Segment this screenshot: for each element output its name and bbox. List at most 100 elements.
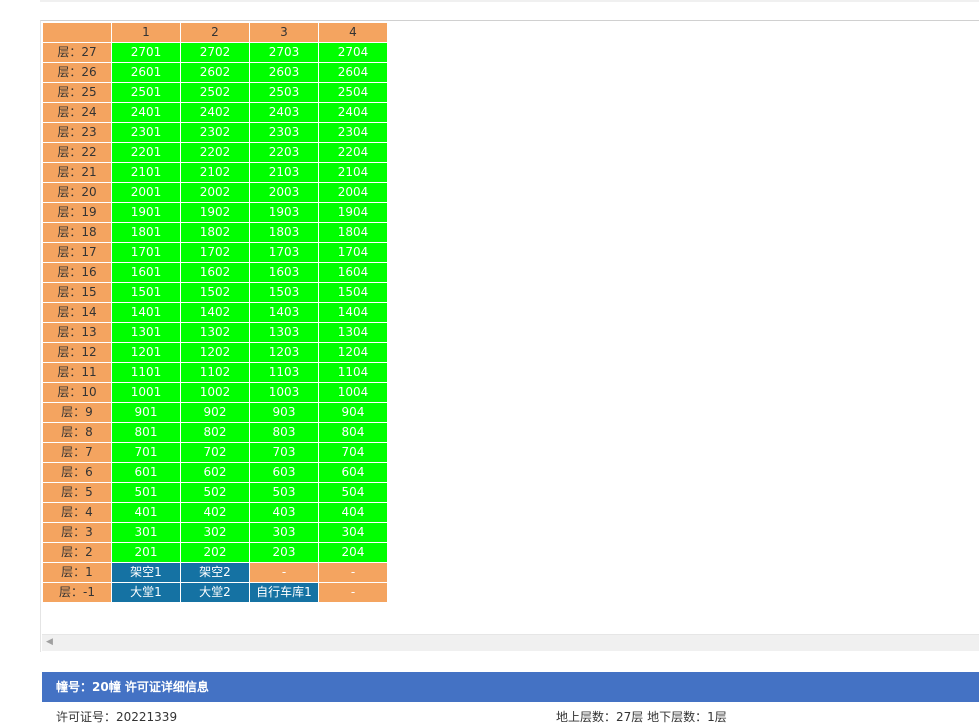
unit-cell[interactable]: 203 <box>249 542 319 563</box>
unit-cell[interactable]: 1903 <box>249 202 319 223</box>
unit-cell[interactable]: 1303 <box>249 322 319 343</box>
unit-cell[interactable]: 2302 <box>180 122 250 143</box>
unit-cell[interactable]: 1603 <box>249 262 319 283</box>
unit-cell[interactable]: 903 <box>249 402 319 423</box>
unit-cell[interactable]: 2603 <box>249 62 319 83</box>
unit-cell[interactable]: 2101 <box>111 162 181 183</box>
unit-cell[interactable]: 1901 <box>111 202 181 223</box>
unit-cell[interactable]: 1202 <box>180 342 250 363</box>
unit-cell[interactable]: 大堂1 <box>111 582 181 603</box>
scroll-left-arrow-icon[interactable]: ◀ <box>46 637 53 647</box>
unit-cell[interactable]: 2602 <box>180 62 250 83</box>
unit-cell[interactable]: 1701 <box>111 242 181 263</box>
unit-cell[interactable]: 701 <box>111 442 181 463</box>
unit-cell[interactable]: 1404 <box>318 302 388 323</box>
horizontal-scrollbar[interactable]: ◀ <box>42 634 979 651</box>
unit-cell[interactable]: 1702 <box>180 242 250 263</box>
unit-cell[interactable]: 1703 <box>249 242 319 263</box>
unit-cell[interactable]: 1604 <box>318 262 388 283</box>
unit-cell[interactable]: 2604 <box>318 62 388 83</box>
unit-cell[interactable]: 1602 <box>180 262 250 283</box>
unit-cell[interactable]: 1104 <box>318 362 388 383</box>
unit-cell[interactable]: 2401 <box>111 102 181 123</box>
unit-cell[interactable]: 1804 <box>318 222 388 243</box>
unit-cell[interactable]: 1503 <box>249 282 319 303</box>
unit-cell[interactable]: 2202 <box>180 142 250 163</box>
unit-cell[interactable]: 303 <box>249 522 319 543</box>
unit-cell[interactable]: 401 <box>111 502 181 523</box>
unit-cell[interactable]: 2004 <box>318 182 388 203</box>
unit-cell[interactable]: 403 <box>249 502 319 523</box>
unit-cell[interactable]: 大堂2 <box>180 582 250 603</box>
unit-cell[interactable]: 1304 <box>318 322 388 343</box>
unit-cell[interactable]: 2003 <box>249 182 319 203</box>
unit-cell[interactable]: 1001 <box>111 382 181 403</box>
unit-cell[interactable]: 1003 <box>249 382 319 403</box>
unit-cell[interactable]: 601 <box>111 462 181 483</box>
unit-cell[interactable]: 704 <box>318 442 388 463</box>
unit-cell[interactable]: 501 <box>111 482 181 503</box>
unit-cell[interactable]: 803 <box>249 422 319 443</box>
unit-cell[interactable]: 304 <box>318 522 388 543</box>
unit-cell[interactable]: 2502 <box>180 82 250 103</box>
unit-cell[interactable]: 904 <box>318 402 388 423</box>
unit-cell[interactable]: 504 <box>318 482 388 503</box>
unit-cell[interactable]: 2504 <box>318 82 388 103</box>
unit-cell[interactable]: 402 <box>180 502 250 523</box>
unit-cell[interactable]: 802 <box>180 422 250 443</box>
unit-cell[interactable]: 2301 <box>111 122 181 143</box>
unit-cell[interactable]: 1201 <box>111 342 181 363</box>
unit-cell[interactable]: 1402 <box>180 302 250 323</box>
unit-cell[interactable]: 1403 <box>249 302 319 323</box>
unit-cell[interactable]: 1704 <box>318 242 388 263</box>
unit-cell[interactable]: 2103 <box>249 162 319 183</box>
unit-cell[interactable]: 1102 <box>180 362 250 383</box>
unit-cell[interactable]: 1502 <box>180 282 250 303</box>
unit-cell[interactable]: 1301 <box>111 322 181 343</box>
unit-cell[interactable]: 1204 <box>318 342 388 363</box>
unit-cell[interactable]: 1504 <box>318 282 388 303</box>
unit-cell[interactable]: 2201 <box>111 142 181 163</box>
unit-cell[interactable]: 1801 <box>111 222 181 243</box>
unit-cell[interactable]: 404 <box>318 502 388 523</box>
unit-cell[interactable]: 架空2 <box>180 562 250 583</box>
unit-cell[interactable]: 2304 <box>318 122 388 143</box>
unit-cell[interactable]: 301 <box>111 522 181 543</box>
unit-cell[interactable]: 2403 <box>249 102 319 123</box>
unit-cell[interactable]: 302 <box>180 522 250 543</box>
unit-cell[interactable]: 1203 <box>249 342 319 363</box>
unit-cell[interactable]: 2001 <box>111 182 181 203</box>
unit-cell[interactable]: 2703 <box>249 42 319 63</box>
unit-cell[interactable]: 602 <box>180 462 250 483</box>
unit-cell[interactable]: 2102 <box>180 162 250 183</box>
unit-cell[interactable]: 2404 <box>318 102 388 123</box>
unit-cell[interactable]: 2702 <box>180 42 250 63</box>
unit-cell[interactable]: 502 <box>180 482 250 503</box>
unit-cell[interactable]: 901 <box>111 402 181 423</box>
unit-cell[interactable]: 自行车库1 <box>249 582 319 603</box>
unit-cell[interactable]: 1103 <box>249 362 319 383</box>
unit-cell[interactable]: 2704 <box>318 42 388 63</box>
unit-cell[interactable]: 702 <box>180 442 250 463</box>
unit-cell[interactable]: 2503 <box>249 82 319 103</box>
unit-cell[interactable]: 604 <box>318 462 388 483</box>
unit-cell[interactable]: 1401 <box>111 302 181 323</box>
unit-cell[interactable]: 1002 <box>180 382 250 403</box>
unit-cell[interactable]: 703 <box>249 442 319 463</box>
unit-cell[interactable]: 804 <box>318 422 388 443</box>
unit-cell[interactable]: 202 <box>180 542 250 563</box>
unit-cell[interactable]: 2402 <box>180 102 250 123</box>
unit-cell[interactable]: 1101 <box>111 362 181 383</box>
unit-cell[interactable]: 2002 <box>180 182 250 203</box>
unit-cell[interactable]: 204 <box>318 542 388 563</box>
unit-cell[interactable]: 1803 <box>249 222 319 243</box>
unit-cell[interactable]: 902 <box>180 402 250 423</box>
unit-cell[interactable]: 架空1 <box>111 562 181 583</box>
unit-cell[interactable]: 1501 <box>111 282 181 303</box>
unit-cell[interactable]: 1904 <box>318 202 388 223</box>
unit-cell[interactable]: 1302 <box>180 322 250 343</box>
unit-cell[interactable]: 1802 <box>180 222 250 243</box>
unit-cell[interactable]: 2701 <box>111 42 181 63</box>
unit-cell[interactable]: 2204 <box>318 142 388 163</box>
unit-cell[interactable]: 2104 <box>318 162 388 183</box>
